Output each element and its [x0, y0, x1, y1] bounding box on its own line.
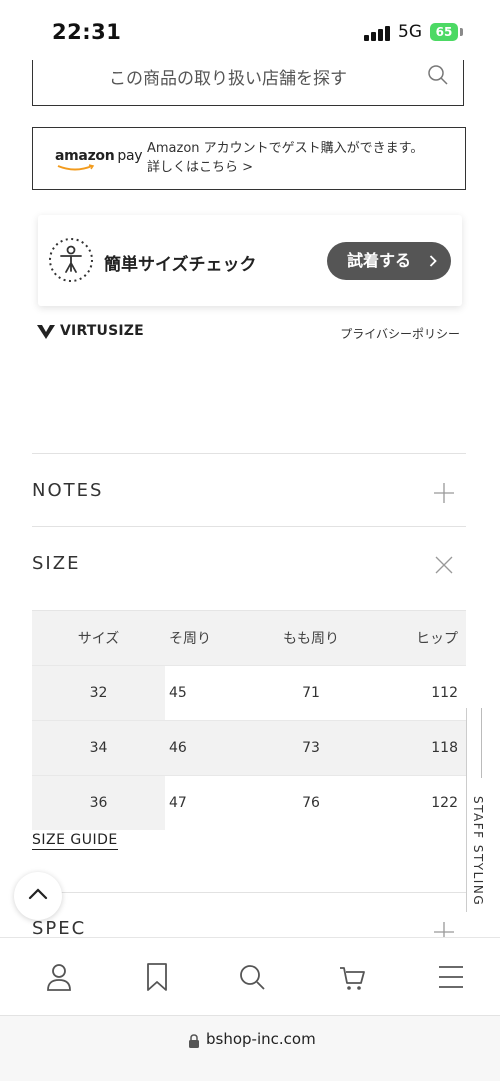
- size-check-title: 簡単サイズチェック: [104, 255, 257, 275]
- amazon-pay-text: Amazon アカウントでゲスト購入ができます。 詳しくはこちら >: [147, 139, 423, 177]
- find-store-label: この商品の取り扱い店舗を探す: [109, 69, 347, 89]
- table-cell: 32: [32, 665, 165, 721]
- table-row: 36 47 76 122: [32, 775, 466, 830]
- table-header-row: サイズ そ周り もも周り ヒップ: [32, 610, 466, 666]
- virtusize-brand: VIRTUSIZE: [60, 323, 144, 339]
- divider: [32, 453, 466, 454]
- menu-icon[interactable]: [437, 962, 465, 992]
- spec-heading[interactable]: SPEC: [32, 918, 86, 939]
- browser-url-bar[interactable]: bshop-inc.com: [0, 1015, 500, 1081]
- try-on-button[interactable]: 試着する: [327, 242, 451, 280]
- staff-styling-line: [481, 708, 482, 778]
- pay-logo-text: pay: [117, 148, 143, 164]
- table-cell: 73: [265, 720, 357, 776]
- amazon-pay-details-link[interactable]: 詳しくはこちら >: [147, 158, 423, 177]
- size-check-card: 簡単サイズチェック 試着する: [38, 215, 462, 306]
- staff-styling-label: STAFF STYLING: [471, 796, 485, 907]
- amazon-pay-line1: Amazon アカウントでゲスト購入ができます。: [147, 141, 424, 156]
- amazon-logo-text: amazon: [55, 148, 115, 164]
- amazon-pay-logo: amazon pay: [55, 148, 143, 164]
- url-text: bshop-inc.com: [206, 1030, 316, 1048]
- table-cell: 45: [165, 665, 265, 721]
- chevron-up-icon: [28, 888, 48, 900]
- network-type: 5G: [398, 22, 422, 42]
- status-bar: 22:31 5G 65: [0, 0, 500, 62]
- table-cell: 36: [32, 775, 165, 830]
- table-row: 32 45 71 112: [32, 665, 466, 721]
- privacy-policy-link[interactable]: プライバシーポリシー: [340, 325, 460, 342]
- table-cell: 76: [265, 775, 357, 830]
- amazon-smile-icon: [57, 164, 95, 171]
- battery-icon: 65: [430, 23, 458, 41]
- table-row: 34 46 73 118: [32, 720, 466, 776]
- size-guide-link[interactable]: SIZE GUIDE: [32, 832, 118, 850]
- table-header: そ周り: [165, 610, 265, 666]
- cart-icon[interactable]: [338, 962, 366, 992]
- notes-heading[interactable]: NOTES: [32, 480, 103, 501]
- bottom-nav: [0, 937, 500, 1016]
- amazon-pay-banner[interactable]: amazon pay Amazon アカウントでゲスト購入ができます。 詳しくはこ…: [32, 127, 466, 190]
- search-icon[interactable]: [238, 962, 266, 992]
- table-header: ヒップ: [357, 610, 466, 666]
- signal-icon: [364, 25, 392, 41]
- status-time: 22:31: [52, 20, 122, 44]
- table-cell: 118: [357, 720, 466, 776]
- battery-tip: [460, 28, 463, 36]
- divider: [32, 526, 466, 527]
- table-cell: 46: [165, 720, 265, 776]
- search-icon: [428, 65, 448, 85]
- size-table: サイズ そ周り もも周り ヒップ 32 45 71 112 34 46 73 1…: [32, 610, 466, 830]
- chevron-right-icon: [429, 255, 437, 267]
- size-heading[interactable]: SIZE: [32, 553, 80, 574]
- body-size-icon: [49, 238, 93, 282]
- divider: [32, 892, 466, 893]
- virtusize-mark-icon: [37, 325, 55, 339]
- table-cell: 112: [357, 665, 466, 721]
- plus-icon[interactable]: [433, 482, 455, 504]
- table-cell: 71: [265, 665, 357, 721]
- staff-styling-tab[interactable]: STAFF STYLING: [466, 708, 497, 912]
- table-header: サイズ: [32, 610, 165, 666]
- find-store-button[interactable]: この商品の取り扱い店舗を探す: [32, 60, 464, 106]
- lock-icon: [189, 1034, 199, 1048]
- table-cell: 122: [357, 775, 466, 830]
- back-to-top-button[interactable]: [14, 872, 62, 920]
- user-icon[interactable]: [45, 962, 73, 992]
- bookmark-icon[interactable]: [143, 962, 171, 992]
- table-cell: 34: [32, 720, 165, 776]
- table-header: もも周り: [265, 610, 357, 666]
- try-on-label: 試着する: [347, 251, 412, 270]
- close-icon[interactable]: [434, 555, 454, 575]
- table-cell: 47: [165, 775, 265, 830]
